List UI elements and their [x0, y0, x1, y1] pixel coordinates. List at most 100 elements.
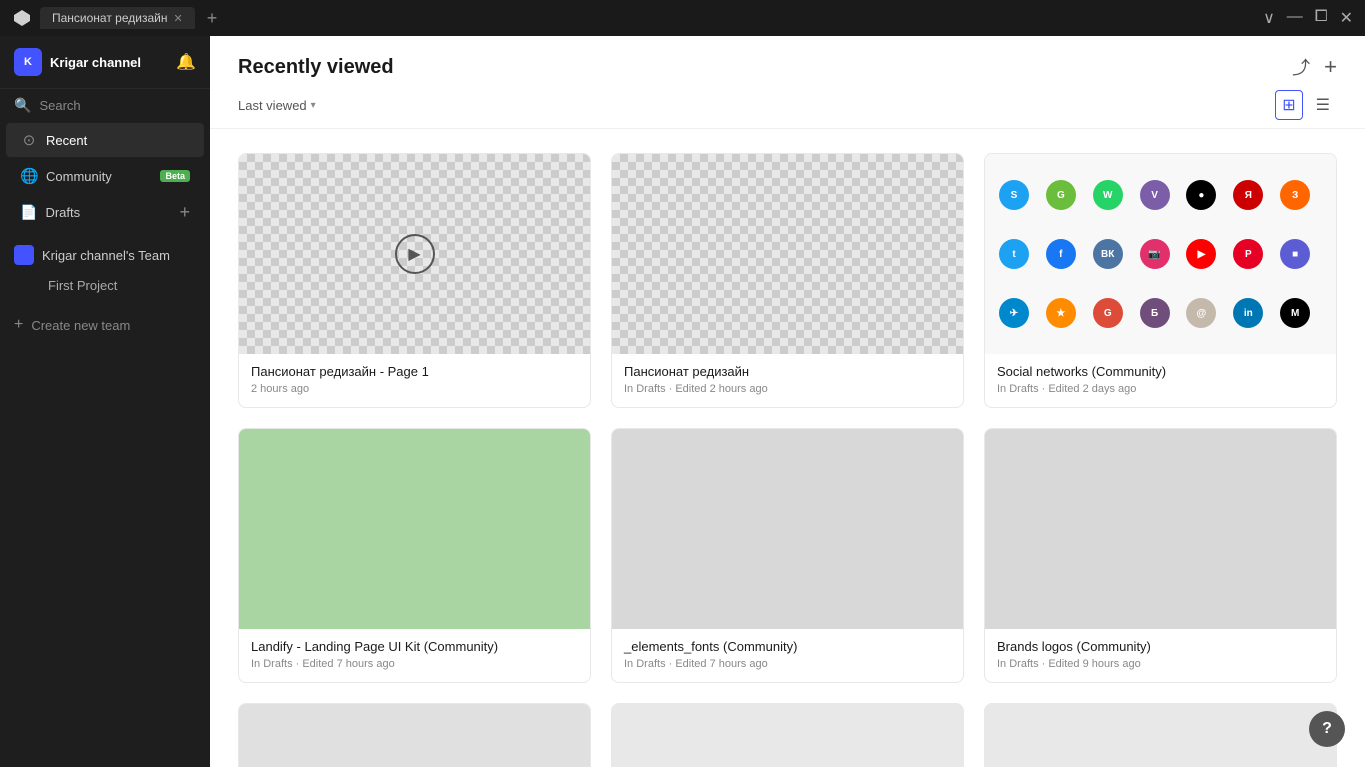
tab-title: Пансионат редизайн: [52, 11, 167, 25]
team-section: Krigar channel's Team First Project: [0, 239, 210, 300]
social-icon: S: [999, 180, 1029, 210]
avatar: K: [14, 48, 42, 76]
card-thumbnail: [985, 429, 1336, 629]
social-icon: M: [1280, 298, 1310, 328]
card-meta: In Drafts · Edited 7 hours ago: [251, 658, 578, 670]
sidebar: K Krigar channel 🔔 🔍 Search ⊙ Recent 🌐 C…: [0, 36, 210, 767]
card-2[interactable]: Пансионат редизайн In Drafts · Edited 2 …: [611, 153, 964, 408]
card-info: Social networks (Community) In Drafts · …: [985, 354, 1336, 407]
social-icon: 📷: [1140, 239, 1170, 269]
beta-badge: Beta: [160, 170, 190, 182]
sidebar-item-community[interactable]: 🌐 Community Beta: [6, 159, 204, 193]
card-meta: In Drafts · Edited 7 hours ago: [624, 658, 951, 670]
grid-view-button[interactable]: ⊞: [1275, 90, 1302, 120]
card-thumbnail: ▶: [239, 154, 590, 354]
social-icon: G: [1046, 180, 1076, 210]
close-button[interactable]: ✕: [1340, 8, 1353, 28]
social-icon: Я: [1233, 180, 1263, 210]
window-controls: ∨ — ⧠ ✕: [1263, 8, 1353, 28]
header-actions: ⤴ +: [1292, 54, 1337, 80]
create-team-button[interactable]: + Create new team: [0, 308, 210, 342]
card-title: Landify - Landing Page UI Kit (Community…: [251, 639, 578, 654]
sidebar-item-label: Drafts: [45, 205, 171, 220]
app-logo: [12, 8, 32, 28]
team-name: Krigar channel's Team: [42, 248, 170, 263]
card-meta: In Drafts · Edited 2 days ago: [997, 383, 1324, 395]
main-content: Recently viewed ⤴ + Last viewed ▾ ⊞ ☰ ▶: [210, 36, 1365, 767]
social-icon: P: [1233, 239, 1263, 269]
card-meta: 2 hours ago: [251, 383, 578, 395]
active-tab[interactable]: Пансионат редизайн ✕: [40, 7, 195, 29]
search-item[interactable]: 🔍 Search: [0, 89, 210, 122]
card-info: _elements_fonts (Community) In Drafts · …: [612, 629, 963, 682]
titlebar: Пансионат редизайн ✕ + ∨ — ⧠ ✕: [0, 0, 1365, 36]
card-title: _elements_fonts (Community): [624, 639, 951, 654]
filter-dropdown[interactable]: Last viewed ▾: [238, 98, 316, 113]
card-title: Social networks (Community): [997, 364, 1324, 379]
close-tab-icon[interactable]: ✕: [173, 12, 182, 25]
social-icon: V: [1140, 180, 1170, 210]
drafts-icon: 📄: [20, 204, 37, 221]
bell-icon[interactable]: 🔔: [176, 52, 196, 72]
card-info: Пансионат редизайн In Drafts · Edited 2 …: [612, 354, 963, 407]
add-icon[interactable]: +: [1324, 54, 1337, 80]
create-team-label: Create new team: [31, 318, 130, 333]
card-info: Пансионат редизайн - Page 1 2 hours ago: [239, 354, 590, 407]
card-title: Пансионат редизайн - Page 1: [251, 364, 578, 379]
social-icon: ★: [1046, 298, 1076, 328]
app-body: K Krigar channel 🔔 🔍 Search ⊙ Recent 🌐 C…: [0, 36, 1365, 767]
card-thumbnail: [239, 429, 590, 629]
card-thumbnail: [239, 704, 590, 767]
help-button[interactable]: ?: [1309, 711, 1345, 747]
social-icon: Б: [1140, 298, 1170, 328]
card-9[interactable]: [984, 703, 1337, 767]
sidebar-item-drafts[interactable]: 📄 Drafts +: [6, 195, 204, 230]
play-button[interactable]: ▶: [395, 234, 435, 274]
social-icon: @: [1186, 298, 1216, 328]
card-8[interactable]: [611, 703, 964, 767]
chevron-down-icon: ▾: [311, 100, 316, 111]
card-7[interactable]: [238, 703, 591, 767]
recent-icon: ⊙: [20, 131, 38, 149]
cards-grid: ▶ Пансионат редизайн - Page 1 2 hours ag…: [210, 129, 1365, 767]
sidebar-item-first-project[interactable]: First Project: [6, 272, 204, 299]
card-1[interactable]: ▶ Пансионат редизайн - Page 1 2 hours ag…: [238, 153, 591, 408]
card-4[interactable]: Landify - Landing Page UI Kit (Community…: [238, 428, 591, 683]
add-tab-button[interactable]: +: [207, 8, 218, 29]
card-thumbnail: [612, 429, 963, 629]
social-icon: ●: [1186, 180, 1216, 210]
maximize-button[interactable]: ⧠: [1315, 8, 1328, 28]
list-view-button[interactable]: ☰: [1309, 90, 1337, 120]
community-icon: 🌐: [20, 167, 38, 185]
social-icon: t: [999, 239, 1029, 269]
card-3[interactable]: SGWV●ЯЗtfВК📷▶P■✈★GБ@inM Social networks …: [984, 153, 1337, 408]
channel-name: Krigar channel: [50, 55, 168, 70]
card-title: Brands logos (Community): [997, 639, 1324, 654]
team-color: [14, 245, 34, 265]
social-icon: ■: [1280, 239, 1310, 269]
sidebar-item-recent[interactable]: ⊙ Recent: [6, 123, 204, 157]
card-6[interactable]: Brands logos (Community) In Drafts · Edi…: [984, 428, 1337, 683]
card-info: Brands logos (Community) In Drafts · Edi…: [985, 629, 1336, 682]
page-title: Recently viewed: [238, 56, 394, 79]
card-thumbnail: [612, 154, 963, 354]
sidebar-item-label: Community: [46, 169, 112, 184]
plus-icon: +: [14, 316, 23, 334]
card-thumbnail: [612, 704, 963, 767]
share-icon[interactable]: ⤴: [1292, 54, 1310, 80]
card-thumbnail: SGWV●ЯЗtfВК📷▶P■✈★GБ@inM: [985, 154, 1336, 354]
search-label: Search: [39, 98, 80, 113]
social-icon: ВК: [1093, 239, 1123, 269]
chevron-down-icon[interactable]: ∨: [1263, 8, 1275, 28]
card-thumbnail: [985, 704, 1336, 767]
minimize-button[interactable]: —: [1287, 8, 1303, 28]
social-icon: G: [1093, 298, 1123, 328]
social-icon: W: [1093, 180, 1123, 210]
card-info: Landify - Landing Page UI Kit (Community…: [239, 629, 590, 682]
project-label: First Project: [48, 278, 117, 293]
social-icon: f: [1046, 239, 1076, 269]
card-5[interactable]: _elements_fonts (Community) In Drafts · …: [611, 428, 964, 683]
card-title: Пансионат редизайн: [624, 364, 951, 379]
add-draft-icon[interactable]: +: [179, 202, 190, 223]
view-controls: ⊞ ☰: [1275, 90, 1337, 120]
